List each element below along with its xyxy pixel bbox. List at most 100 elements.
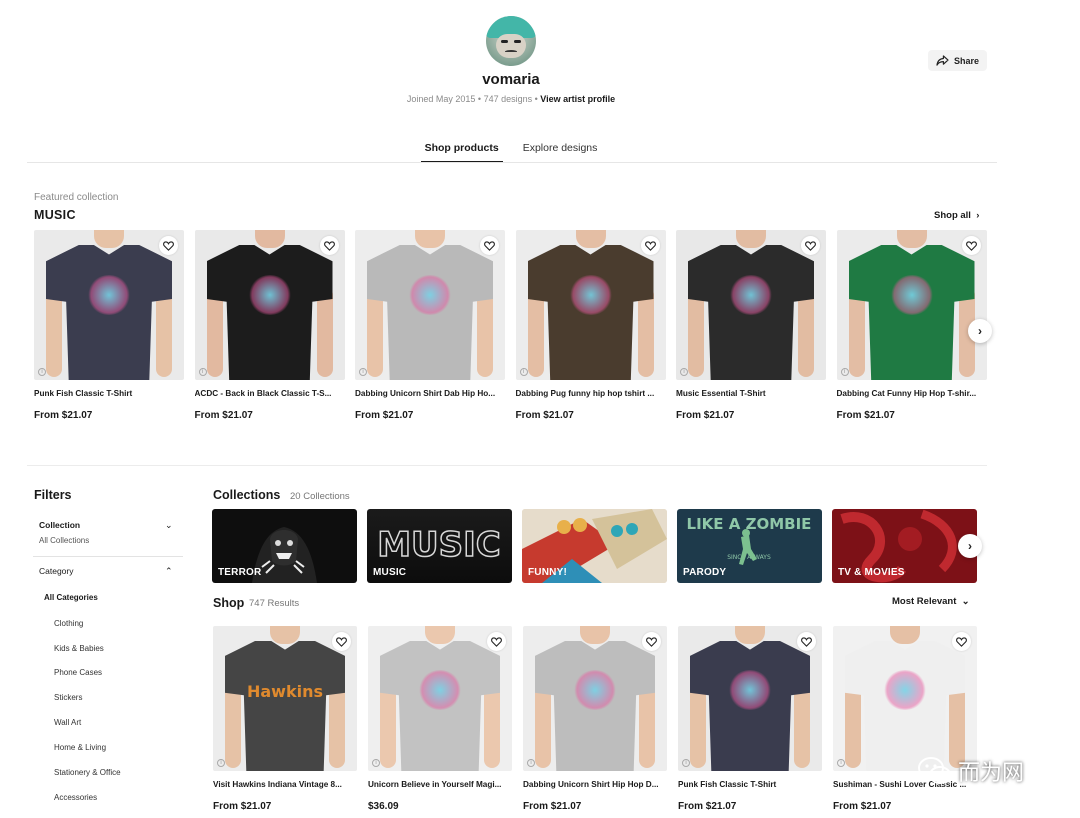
product-card[interactable]: Hawkins i Visit Hawkins Indiana Vintage 8.…	[213, 626, 357, 812]
artist-name: vomaria	[482, 71, 540, 88]
category-item[interactable]: Stickers	[54, 693, 82, 702]
product-title[interactable]: Punk Fish Classic T-Shirt	[678, 780, 822, 789]
product-price: $36.09	[368, 801, 399, 812]
category-item[interactable]: Clothing	[54, 619, 83, 628]
info-icon[interactable]: i	[519, 368, 528, 376]
collection-label: TERROR	[218, 567, 262, 578]
filter-category-toggle[interactable]: Category	[39, 566, 74, 576]
product-title[interactable]: Dabbing Unicorn Shirt Hip Hop D...	[523, 780, 667, 789]
info-icon[interactable]: i	[682, 759, 690, 767]
product-card[interactable]: i Punk Fish Classic T-Shirt From $21.07	[678, 626, 822, 812]
info-icon[interactable]: i	[217, 759, 225, 767]
collection-card-music[interactable]: MUSIC MUSIC	[367, 509, 512, 583]
info-icon[interactable]: i	[837, 759, 845, 767]
product-title[interactable]: ACDC - Back in Black Classic T-S...	[195, 389, 345, 398]
product-card[interactable]: i Dabbing Cat Funny Hip Hop T-shir... From…	[836, 230, 987, 421]
product-image[interactable]: i	[194, 230, 345, 380]
product-title[interactable]: Visit Hawkins Indiana Vintage 8...	[213, 780, 357, 789]
product-card[interactable]: i Unicorn Believe in Yourself Magi... $36.…	[368, 626, 512, 812]
profile-tabs: Shop products Explore designs	[0, 142, 1022, 163]
shop-all-label: Shop all	[934, 210, 971, 221]
info-icon[interactable]: i	[38, 368, 46, 376]
product-image[interactable]: i	[836, 230, 987, 380]
product-image[interactable]: i	[515, 230, 666, 380]
product-title[interactable]: Music Essential T-Shirt	[676, 389, 826, 398]
heart-icon[interactable]	[642, 632, 661, 651]
product-image[interactable]: Hawkins i	[213, 626, 357, 771]
filter-divider	[33, 556, 183, 557]
section-divider	[27, 465, 987, 466]
product-price: From $21.07	[678, 801, 737, 812]
model-head	[415, 230, 445, 248]
product-title[interactable]: Punk Fish Classic T-Shirt	[34, 389, 184, 398]
product-card[interactable]: i Music Essential T-Shirt From $21.07	[676, 230, 826, 421]
product-image[interactable]: i	[833, 626, 977, 771]
tab-explore-designs[interactable]: Explore designs	[519, 142, 602, 163]
info-icon[interactable]: i	[372, 759, 380, 767]
info-icon[interactable]: i	[359, 368, 367, 376]
heart-icon[interactable]	[797, 632, 816, 651]
collection-card-funny[interactable]: FUNNY!	[522, 509, 667, 583]
product-card[interactable]: i ACDC - Back in Black Classic T-S... From…	[194, 230, 345, 421]
category-item[interactable]: Kids & Babies	[54, 644, 104, 653]
info-icon[interactable]: i	[198, 368, 207, 376]
heart-icon[interactable]	[487, 632, 506, 651]
tab-shop-products[interactable]: Shop products	[420, 142, 503, 163]
info-icon[interactable]: i	[527, 759, 535, 767]
heart-icon[interactable]	[801, 236, 820, 255]
product-image[interactable]: i	[355, 230, 505, 380]
filter-collection-toggle[interactable]: Collection	[39, 520, 80, 530]
product-title[interactable]: Unicorn Believe in Yourself Magi...	[368, 780, 512, 789]
artist-avatar[interactable]	[486, 16, 536, 66]
collection-card-parody[interactable]: LIKE A ZOMBIE SINCE ALWAYS PARODY	[677, 509, 822, 583]
product-title[interactable]: Dabbing Pug funny hip hop tshirt ...	[516, 389, 666, 398]
chevron-up-icon[interactable]: ⌃	[165, 566, 173, 577]
model-head	[94, 230, 124, 248]
heart-icon[interactable]	[319, 236, 339, 255]
collection-card-tv-movies[interactable]: TV & MOVIES	[832, 509, 977, 583]
product-card[interactable]: i Dabbing Pug funny hip hop tshirt ... Fro…	[515, 230, 666, 421]
product-card[interactable]: i Dabbing Unicorn Shirt Hip Hop D... From …	[523, 626, 667, 812]
heart-icon[interactable]	[952, 632, 971, 651]
share-button[interactable]: Share	[928, 50, 987, 71]
product-image[interactable]: i	[368, 626, 512, 771]
product-image[interactable]: i	[676, 230, 826, 380]
carousel-next-button[interactable]: ›	[968, 319, 992, 343]
shirt-graphic	[408, 275, 452, 315]
watermark: 而为网	[918, 755, 1024, 787]
category-item[interactable]: Phone Cases	[54, 668, 102, 677]
product-title[interactable]: Dabbing Unicorn Shirt Dab Hip Ho...	[355, 389, 505, 398]
filters-title: Filters	[34, 488, 72, 502]
product-card[interactable]: i Dabbing Unicorn Shirt Dab Hip Ho... From…	[355, 230, 505, 421]
category-item[interactable]: Stationery & Office	[54, 768, 121, 777]
heart-icon[interactable]	[480, 236, 499, 255]
chevron-right-icon: ›	[968, 539, 972, 553]
heart-icon[interactable]	[332, 632, 351, 651]
chevron-down-icon[interactable]: ⌄	[165, 520, 173, 531]
product-card[interactable]: i Punk Fish Classic T-Shirt From $21.07	[34, 230, 184, 421]
model-head	[270, 626, 300, 644]
category-item[interactable]: Accessories	[54, 793, 97, 802]
featured-collection-label: Featured collection	[34, 192, 119, 203]
shop-all-link[interactable]: Shop all ›	[934, 210, 979, 221]
sort-dropdown[interactable]: Most Relevant ⌄	[892, 596, 970, 607]
product-title[interactable]: Dabbing Cat Funny Hip Hop T-shir...	[837, 389, 987, 398]
product-image[interactable]: i	[34, 230, 184, 380]
music-logo-text: MUSIC	[377, 525, 501, 565]
category-item[interactable]: Home & Living	[54, 743, 106, 752]
product-price: From $21.07	[355, 410, 414, 421]
category-item[interactable]: Wall Art	[54, 718, 81, 727]
heart-icon[interactable]	[640, 236, 660, 255]
model-head	[575, 230, 606, 248]
view-artist-profile-link[interactable]: View artist profile	[540, 94, 615, 104]
category-item[interactable]: All Categories	[44, 593, 98, 602]
collection-label: FUNNY!	[528, 567, 567, 578]
heart-icon[interactable]	[159, 236, 178, 255]
heart-icon[interactable]	[961, 236, 981, 255]
collection-card-terror[interactable]: TERROR	[212, 509, 357, 583]
info-icon[interactable]: i	[840, 368, 849, 376]
info-icon[interactable]: i	[680, 368, 688, 376]
product-image[interactable]: i	[523, 626, 667, 771]
product-image[interactable]: i	[678, 626, 822, 771]
collections-next-button[interactable]: ›	[958, 534, 982, 558]
